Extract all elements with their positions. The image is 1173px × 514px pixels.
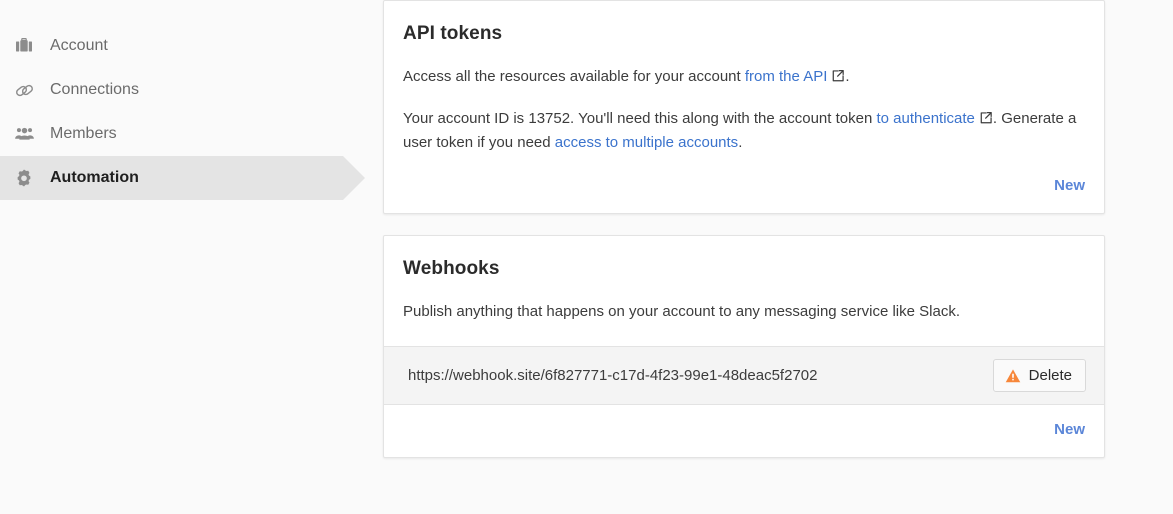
webhooks-description: Publish anything that happens on your ac… (403, 300, 1085, 324)
api-tokens-body: API tokens Access all the resources avai… (384, 1, 1104, 163)
sidebar-item-label: Connections (50, 82, 139, 98)
api-tokens-paragraph-1: Access all the resources available for y… (403, 65, 1085, 89)
webhook-url: https://webhook.site/6f827771-c17d-4f23-… (408, 367, 817, 384)
api-tokens-card: API tokens Access all the resources avai… (383, 0, 1105, 214)
new-api-token-button[interactable]: New (1054, 177, 1085, 194)
access-to-multiple-accounts-link[interactable]: access to multiple accounts (555, 134, 738, 151)
sidebar-item-account[interactable]: Account (0, 24, 343, 68)
webhooks-footer: New (384, 405, 1104, 457)
sidebar-item-label: Account (50, 38, 108, 54)
webhooks-card: Webhooks Publish anything that happens o… (383, 235, 1105, 458)
sidebar-navigation: Account Connections (0, 0, 383, 200)
sidebar-item-label: Automation (50, 170, 139, 186)
api-tokens-p1-text-before: Access all the resources available for y… (403, 68, 745, 85)
external-link-icon (979, 111, 993, 125)
settings-page: Account Connections (0, 0, 1173, 514)
link-chain-icon (12, 78, 36, 102)
api-tokens-p2-segment-3: . (738, 134, 742, 151)
api-tokens-paragraph-2: Your account ID is 13752. You'll need th… (403, 107, 1085, 155)
gear-icon (12, 166, 36, 190)
sidebar-item-label: Members (50, 126, 117, 142)
delete-webhook-button[interactable]: Delete (993, 359, 1086, 392)
sidebar-item-members[interactable]: Members (0, 112, 343, 156)
warning-triangle-icon (1005, 368, 1021, 384)
sidebar-item-connections[interactable]: Connections (0, 68, 343, 112)
main-content: API tokens Access all the resources avai… (383, 0, 1173, 458)
external-link-icon (831, 69, 845, 83)
people-group-icon (12, 122, 36, 146)
api-tokens-title: API tokens (403, 23, 1085, 45)
api-tokens-p2-segment-1: Your account ID is 13752. You'll need th… (403, 110, 876, 127)
new-webhook-button[interactable]: New (1054, 421, 1085, 438)
delete-webhook-label: Delete (1029, 367, 1072, 384)
webhook-row: https://webhook.site/6f827771-c17d-4f23-… (384, 346, 1104, 405)
webhooks-title: Webhooks (403, 258, 1085, 280)
briefcase-icon (12, 34, 36, 58)
from-the-api-link[interactable]: from the API (745, 68, 828, 85)
webhooks-body: Webhooks Publish anything that happens o… (384, 236, 1104, 346)
api-tokens-footer: New (384, 163, 1104, 213)
sidebar-item-automation[interactable]: Automation (0, 156, 343, 200)
to-authenticate-link[interactable]: to authenticate (876, 110, 974, 127)
api-tokens-p1-text-after: . (845, 68, 849, 85)
